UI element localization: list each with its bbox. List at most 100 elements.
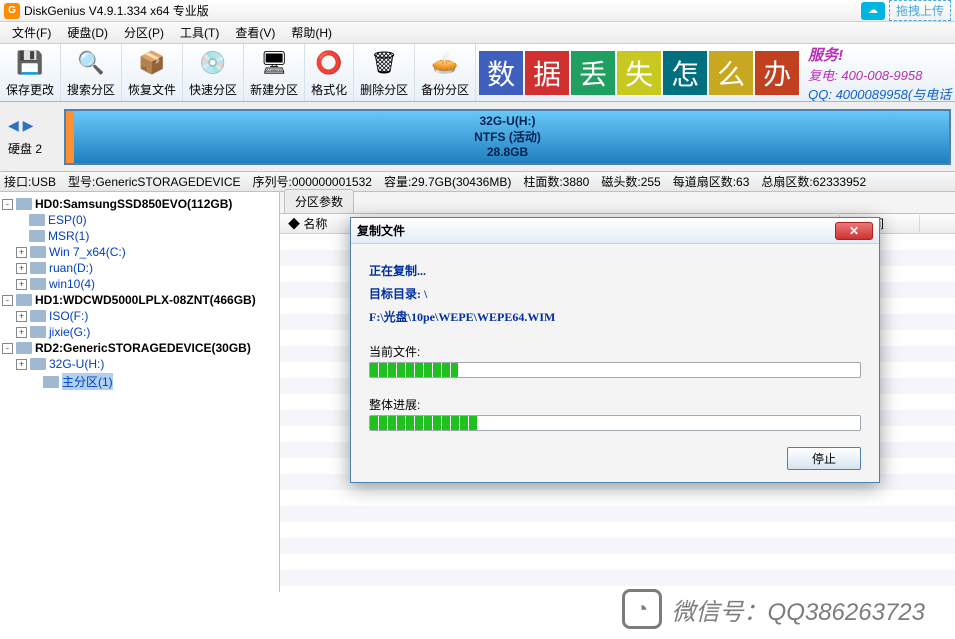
info-capacity: 容量:29.7GB(30436MB)	[384, 173, 511, 190]
watermark-text: 微信号：QQ386263723	[672, 592, 925, 627]
tree-node[interactable]: - RD2:GenericSTORAGEDEVICE(30GB)	[2, 340, 277, 356]
dialog-title: 复制文件	[357, 222, 835, 239]
toolbar-label: 备份分区	[421, 81, 469, 98]
tree-label[interactable]: ESP(0)	[48, 213, 87, 227]
tree-label[interactable]: HD0:SamsungSSD850EVO(112GB)	[35, 197, 232, 211]
toolbar-button[interactable]: 💾保存更改	[0, 44, 61, 101]
tree-expander[interactable]: -	[2, 199, 13, 210]
tree-label[interactable]: HD1:WDCWD5000LPLX-08ZNT(466GB)	[35, 293, 256, 307]
banner-char: 丢	[571, 51, 615, 95]
volume-icon	[29, 230, 45, 242]
watermark: ◔ 微信号：QQ386263723	[622, 589, 925, 629]
stop-button[interactable]: 停止	[787, 447, 861, 470]
volume-icon	[30, 278, 46, 290]
dialog-close-button[interactable]: ✕	[835, 222, 873, 240]
tree-label[interactable]: ISO(F:)	[49, 309, 88, 323]
disk-map[interactable]: 32G-U(H:) NTFS (活动) 28.8GB	[64, 109, 951, 165]
info-model: 型号:GenericSTORAGEDEVICE	[68, 173, 241, 190]
tree-node[interactable]: ESP(0)	[2, 212, 277, 228]
tree-expander[interactable]: +	[16, 247, 27, 258]
drag-upload-button[interactable]: 拖拽上传	[889, 0, 951, 21]
info-interface: 接口:USB	[4, 173, 56, 190]
tree-label[interactable]: RD2:GenericSTORAGEDEVICE(30GB)	[35, 341, 251, 355]
tree-expander[interactable]: +	[16, 359, 27, 370]
tree-label[interactable]: 主分区(1)	[62, 373, 113, 390]
tree-expander[interactable]: +	[16, 327, 27, 338]
tree-label[interactable]: MSR(1)	[48, 229, 89, 243]
window-title: DiskGenius V4.9.1.334 x64 专业版	[24, 2, 861, 19]
tree-node[interactable]: - HD0:SamsungSSD850EVO(112GB)	[2, 196, 277, 212]
tree-node[interactable]: + win10(4)	[2, 276, 277, 292]
progress-current	[369, 362, 861, 378]
toolbar-label: 新建分区	[250, 81, 298, 98]
tree-label[interactable]: jixie(G:)	[49, 325, 90, 339]
tree-node[interactable]: +32G-U(H:)	[2, 356, 277, 372]
tree-node[interactable]: + ruan(D:)	[2, 260, 277, 276]
banner-char: 办	[755, 51, 799, 95]
disk-nav-arrows[interactable]: ◀ ▶	[8, 117, 33, 134]
toolbar-button[interactable]: 📦恢复文件	[122, 44, 183, 101]
tree-node[interactable]: - HD1:WDCWD5000LPLX-08ZNT(466GB)	[2, 292, 277, 308]
toolbar-button[interactable]: 🔍搜索分区	[61, 44, 122, 101]
tree-node[interactable]: + ISO(F:)	[2, 308, 277, 324]
tree-expander[interactable]: +	[16, 311, 27, 322]
disk-icon	[16, 294, 32, 306]
menu-item[interactable]: 工具(T)	[172, 22, 227, 43]
ad-banner[interactable]: 数据丢失怎么办 DiskGenius团队 为您服务! 复电: 400-008-9…	[476, 44, 955, 101]
disk-map-size: 28.8GB	[487, 145, 528, 159]
cloud-icon[interactable]: ☁	[861, 2, 885, 20]
volume-icon	[30, 246, 46, 258]
toolbar-icon: 🥧	[429, 47, 461, 79]
menu-item[interactable]: 分区(P)	[116, 22, 172, 43]
toolbar: 💾保存更改🔍搜索分区📦恢复文件💿快速分区🖥新建分区⭕格式化🗑删除分区🥧备份分区 …	[0, 44, 955, 102]
tree-node[interactable]: 主分区(1)	[2, 372, 277, 391]
toolbar-button[interactable]: ⭕格式化	[305, 44, 354, 101]
tree-label[interactable]: ruan(D:)	[49, 261, 93, 275]
disk-map-volume: 32G-U(H:)	[480, 114, 536, 128]
tree-expander[interactable]: -	[2, 295, 13, 306]
toolbar-icon: 💾	[14, 47, 46, 79]
tree-node[interactable]: + Win 7_x64(C:)	[2, 244, 277, 260]
dialog-titlebar[interactable]: 复制文件 ✕	[351, 218, 879, 244]
volume-icon	[30, 326, 46, 338]
tree-label[interactable]: 32G-U(H:)	[49, 357, 104, 371]
info-total-sectors: 总扇区数:62333952	[761, 173, 866, 190]
info-serial: 序列号:000000001532	[253, 173, 372, 190]
dialog-file-path: F:\光盘\10pe\WEPE\WEPE64.WIM	[369, 308, 861, 325]
toolbar-label: 快速分区	[189, 81, 237, 98]
tab[interactable]: 分区参数	[284, 189, 354, 213]
volume-icon	[30, 262, 46, 274]
banner-text-2: 复电: 400-008-9958	[808, 65, 955, 84]
tree-label[interactable]: Win 7_x64(C:)	[49, 245, 126, 259]
toolbar-button[interactable]: 🥧 备份分区	[415, 44, 476, 101]
toolbar-button[interactable]: 🗑删除分区	[354, 44, 415, 101]
app-icon: G	[4, 3, 20, 19]
toolbar-button[interactable]: 🖥新建分区	[244, 44, 305, 101]
volume-icon	[30, 310, 46, 322]
info-cylinders: 柱面数:3880	[523, 173, 589, 190]
wechat-icon: ◔	[622, 589, 662, 629]
info-sectors-per-track: 每道扇区数:63	[673, 173, 750, 190]
toolbar-label: 恢复文件	[128, 81, 176, 98]
banner-text-1: DiskGenius团队 为您服务!	[808, 44, 955, 65]
toolbar-icon: ⭕	[313, 47, 345, 79]
banner-char: 失	[617, 51, 661, 95]
device-tree[interactable]: - HD0:SamsungSSD850EVO(112GB) ESP(0) MSR(1)…	[0, 192, 280, 592]
menu-item[interactable]: 查看(V)	[227, 22, 283, 43]
tree-node[interactable]: + jixie(G:)	[2, 324, 277, 340]
disk-icon	[16, 198, 32, 210]
tree-expander[interactable]: +	[16, 279, 27, 290]
dialog-status: 正在复制...	[369, 262, 861, 279]
tree-node[interactable]: MSR(1)	[2, 228, 277, 244]
menu-item[interactable]: 硬盘(D)	[59, 22, 116, 43]
menu-item[interactable]: 文件(F)	[4, 22, 59, 43]
menu-item[interactable]: 帮助(H)	[283, 22, 340, 43]
tree-label[interactable]: win10(4)	[49, 277, 95, 291]
banner-char: 怎	[663, 51, 707, 95]
disk-map-segment-0[interactable]	[66, 111, 74, 163]
tree-expander[interactable]: -	[2, 343, 13, 354]
toolbar-button[interactable]: 💿快速分区	[183, 44, 244, 101]
dialog-current-label: 当前文件:	[369, 343, 861, 360]
dialog-total-label: 整体进展:	[369, 396, 861, 413]
tree-expander[interactable]: +	[16, 263, 27, 274]
